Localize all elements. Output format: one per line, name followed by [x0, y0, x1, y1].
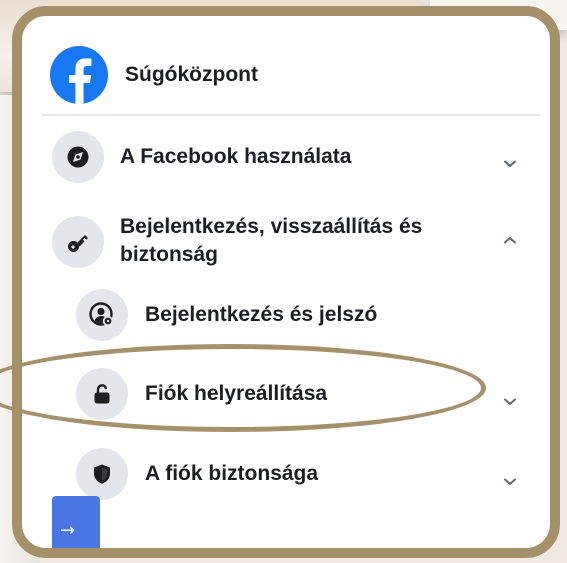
- menu-item-label-line1: Bejelentkezés, visszaállítás és: [120, 215, 423, 238]
- menu-item-login-password[interactable]: Bejelentkezés és jelszó: [76, 289, 377, 341]
- header-divider: [42, 114, 540, 116]
- menu-item-label-line2: biztonság: [120, 243, 218, 266]
- menu-item-account-security[interactable]: A fiók biztonsága: [76, 448, 318, 500]
- facebook-logo-icon[interactable]: [50, 46, 108, 104]
- menu-item-label: Bejelentkezés és jelszó: [145, 303, 378, 326]
- expand-sidebar-tab[interactable]: →: [52, 496, 100, 548]
- menu-item-account-recovery[interactable]: Fiók helyreállítása: [76, 368, 327, 420]
- chevron-down-icon[interactable]: [500, 392, 520, 412]
- chevron-up-icon[interactable]: [500, 230, 520, 250]
- arrow-right-icon: →: [60, 520, 76, 541]
- help-center-header[interactable]: Súgóközpont: [50, 40, 540, 110]
- unlock-icon: [76, 368, 128, 420]
- menu-item-label-group: Bejelentkezés, visszaállítás és biztonsá…: [120, 213, 422, 269]
- compass-icon: [52, 131, 104, 183]
- chevron-down-icon[interactable]: [500, 154, 520, 174]
- user-settings-icon: [76, 289, 128, 341]
- help-center-panel: Súgóközpont A Facebook használata Bejele…: [12, 6, 560, 558]
- menu-item-label: A Facebook használata: [120, 145, 352, 168]
- menu-item-login-recovery-security[interactable]: Bejelentkezés, visszaállítás és biztonsá…: [52, 214, 422, 269]
- menu-item-facebook-usage[interactable]: A Facebook használata: [52, 131, 351, 183]
- key-icon: [52, 216, 104, 268]
- shield-icon: [76, 448, 128, 500]
- menu-item-label: A fiók biztonsága: [145, 462, 319, 485]
- chevron-down-icon[interactable]: [500, 472, 520, 492]
- page-title: Súgóközpont: [125, 63, 258, 86]
- menu-item-label: Fiók helyreállítása: [145, 382, 328, 405]
